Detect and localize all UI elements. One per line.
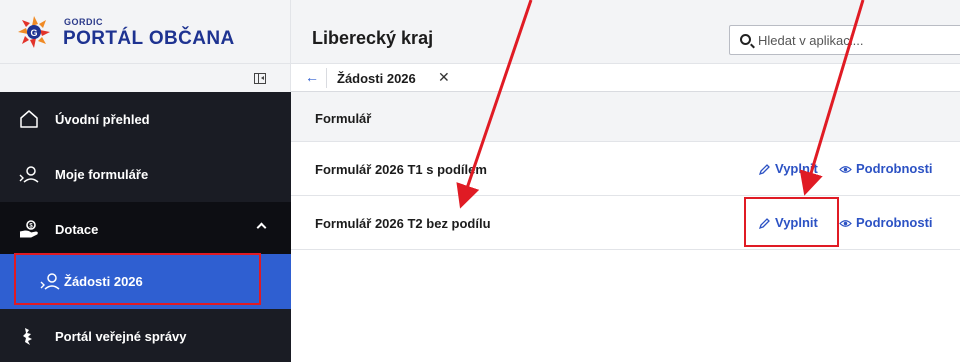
sidebar-item-label: Dotace	[55, 222, 99, 237]
table-row: Formulář 2026 T2 bez podílu Vyplnit Podr…	[291, 196, 960, 250]
sidebar-item-portal-verejne-spravy[interactable]: Portál veřejné správy	[0, 309, 291, 362]
collapse-sidebar-icon[interactable]	[254, 73, 266, 84]
pencil-icon	[758, 164, 770, 176]
details-label: Podrobnosti	[856, 215, 933, 230]
back-arrow-icon[interactable]: ←	[305, 69, 319, 85]
hand-coin-icon: $	[19, 220, 38, 238]
eye-icon	[839, 166, 852, 173]
sidebar-item-moje-formulare[interactable]: Moje formuláře	[0, 147, 291, 202]
tab-zadosti-2026[interactable]: Žádosti 2026	[337, 71, 416, 86]
chevron-up-icon[interactable]	[256, 222, 267, 233]
svg-text:G: G	[30, 28, 37, 38]
page-title: Liberecký kraj	[312, 28, 434, 48]
brand-company: GORDIC	[64, 17, 103, 27]
brand-header: G GORDIC PORTÁL OBČANA	[0, 0, 291, 64]
gordic-logo-icon: G	[18, 16, 50, 48]
column-header-formular: Formulář	[315, 111, 372, 126]
form-name: Formulář 2026 T2 bez podílu	[315, 216, 491, 231]
top-bar: Liberecký kraj	[291, 0, 960, 64]
fill-button[interactable]: Vyplnit	[758, 161, 818, 176]
sidebar-collapse-row	[0, 64, 291, 92]
details-button[interactable]: Podrobnosti	[839, 215, 933, 230]
tab-bar: ← Žádosti 2026 ✕	[291, 64, 960, 92]
eye-icon	[839, 220, 852, 227]
divider	[326, 68, 327, 88]
annotation-highlight-zadosti	[14, 253, 261, 305]
sidebar-item-uvodni-prehled[interactable]: Úvodní přehled	[0, 92, 291, 147]
close-icon[interactable]: ✕	[438, 69, 450, 86]
search-input[interactable]	[758, 30, 958, 50]
coat-of-arms-icon	[23, 328, 32, 345]
sidebar-item-label: Portál veřejné správy	[55, 329, 187, 344]
sidebar-nav: Úvodní přehled Moje formuláře $ Dotace Ž…	[0, 92, 291, 362]
details-label: Podrobnosti	[856, 161, 933, 176]
details-button[interactable]: Podrobnosti	[839, 161, 933, 176]
fill-label: Vyplnit	[775, 161, 818, 176]
sidebar-item-dotace[interactable]: $ Dotace	[0, 202, 291, 257]
annotation-highlight-vyplnit	[744, 197, 839, 247]
sidebar-item-label: Moje formuláře	[55, 167, 149, 182]
table-row: Formulář 2026 T1 s podílem Vyplnit Podro…	[291, 142, 960, 196]
home-icon	[20, 110, 38, 128]
person-form-icon	[19, 166, 39, 183]
brand-title[interactable]: PORTÁL OBČANA	[63, 28, 235, 50]
search-icon	[740, 34, 751, 45]
search-box[interactable]	[729, 25, 960, 55]
form-name: Formulář 2026 T1 s podílem	[315, 162, 487, 177]
sidebar: G GORDIC PORTÁL OBČANA Úvodní přehled Mo…	[0, 0, 291, 362]
list-header: Formulář	[291, 92, 960, 142]
sidebar-item-label: Úvodní přehled	[55, 112, 150, 127]
